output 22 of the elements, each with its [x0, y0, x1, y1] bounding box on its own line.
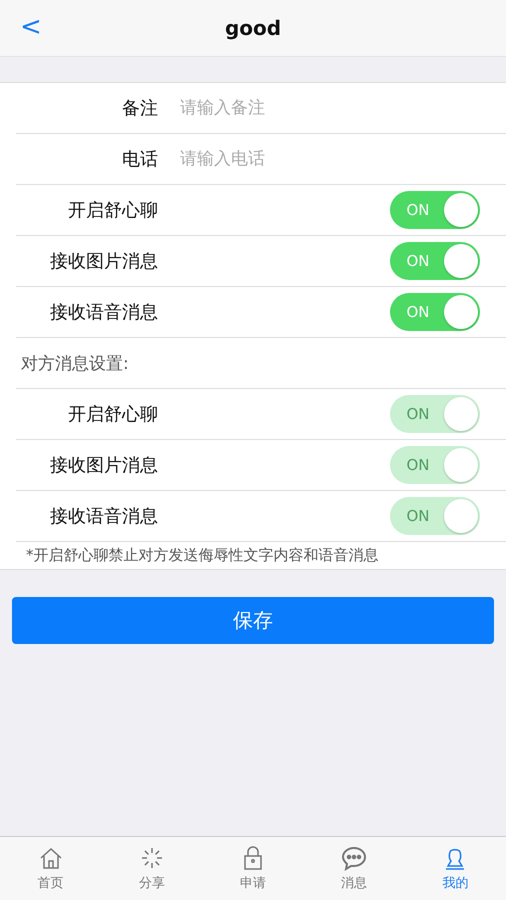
- note-text: *开启舒心聊禁止对方发送侮辱性文字内容和语音消息: [25, 545, 380, 566]
- save-button[interactable]: 保存: [12, 597, 494, 644]
- tab-bar-item[interactable]: 申请: [202, 837, 304, 900]
- tab-bar-item[interactable]: 分享: [101, 837, 202, 900]
- back-button[interactable]: <: [14, 12, 48, 42]
- section-header: 对方消息设置:: [21, 352, 129, 374]
- chat-bubble-icon: [341, 845, 368, 871]
- setting-label: 接收语音消息: [49, 301, 158, 324]
- input-field[interactable]: 请输入电话: [178, 148, 480, 170]
- field-label: 电话: [121, 148, 158, 171]
- page-title: good: [224, 16, 282, 40]
- home-icon: [38, 845, 64, 871]
- tab-bar-item[interactable]: 我的: [404, 837, 506, 900]
- setting-label: 接收语音消息: [49, 505, 158, 528]
- tab-bar-item[interactable]: 消息: [304, 837, 405, 900]
- setting-label: 接收图片消息: [49, 454, 158, 477]
- field-label: 备注: [121, 97, 158, 120]
- setting-label: 开启舒心聊: [67, 199, 158, 222]
- tab-bar-item[interactable]: 首页: [0, 837, 102, 900]
- setting-label: 接收图片消息: [49, 250, 158, 273]
- setting-label: 开启舒心聊: [67, 403, 158, 426]
- input-field[interactable]: 请输入备注: [178, 97, 480, 119]
